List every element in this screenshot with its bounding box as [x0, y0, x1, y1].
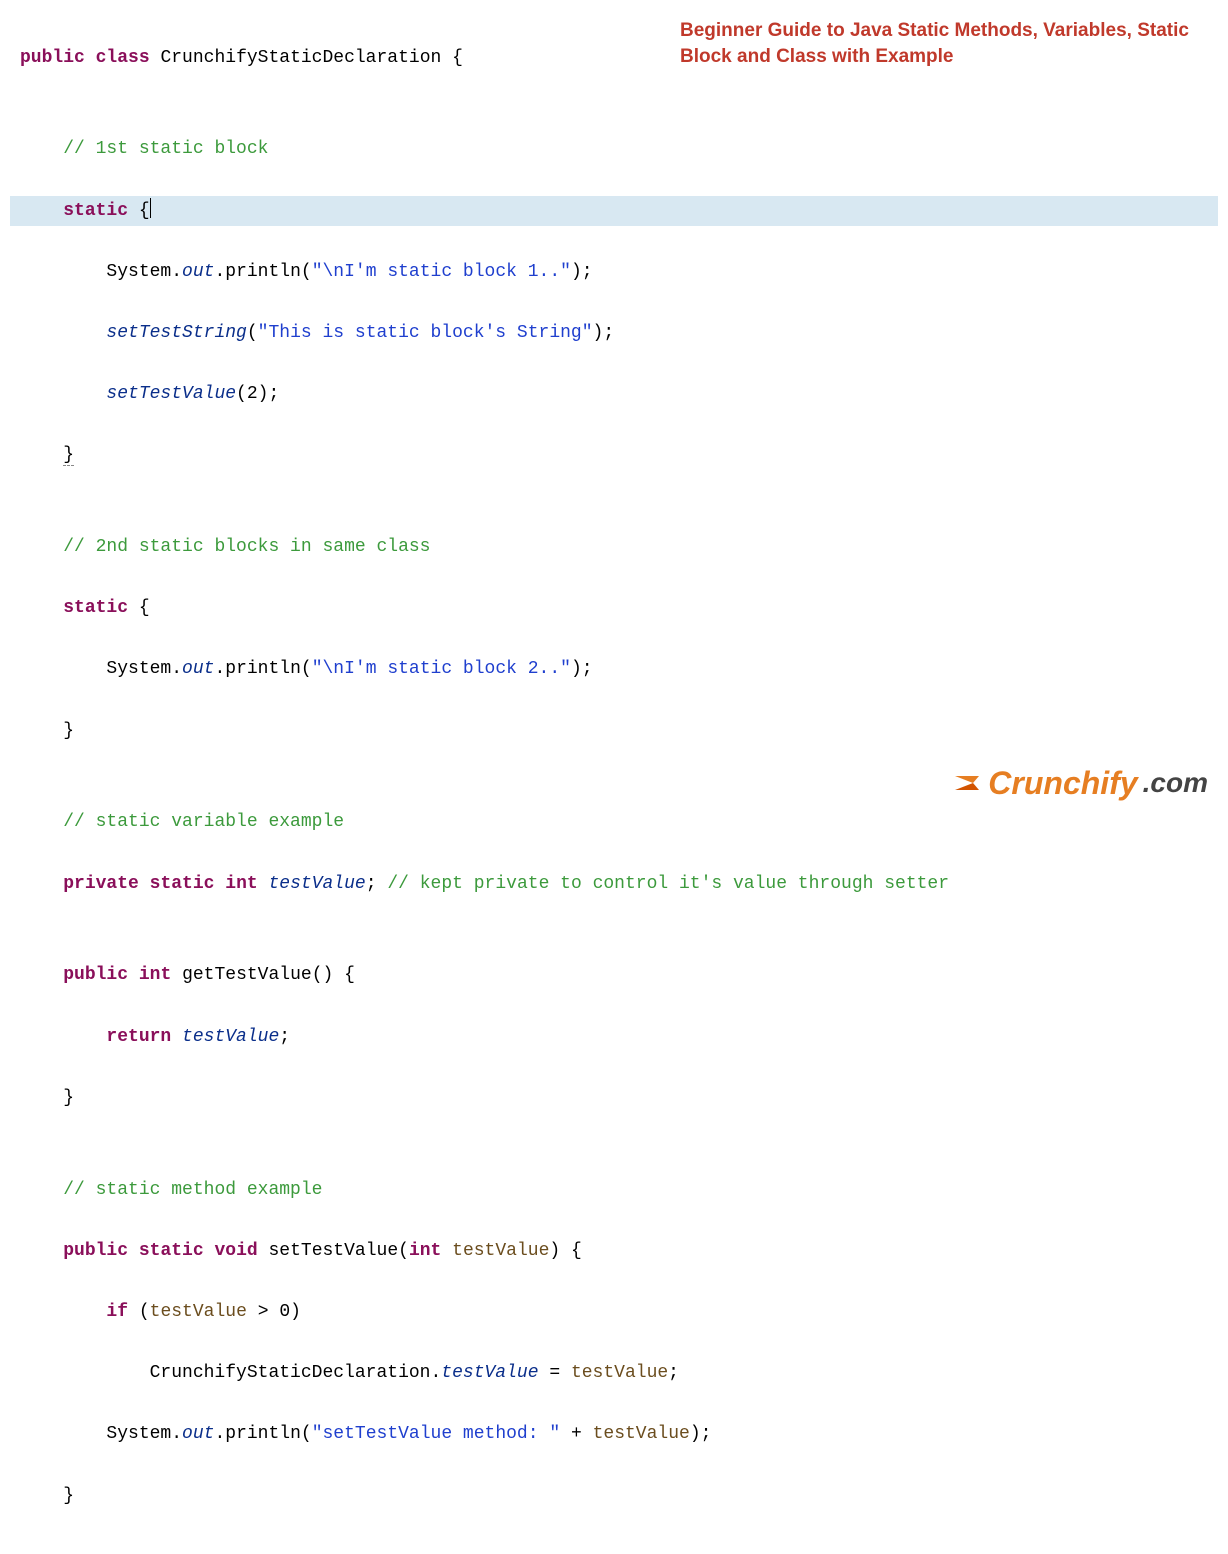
code-line[interactable]: public static void setTestValue(int test…: [10, 1236, 1218, 1267]
logo-suffix: .com: [1143, 759, 1208, 807]
code-line[interactable]: System.out.println("setTestValue method:…: [10, 1419, 1218, 1450]
code-line[interactable]: // 1st static block: [10, 134, 1218, 165]
code-line[interactable]: System.out.println("\nI'm static block 1…: [10, 257, 1218, 288]
code-line[interactable]: // 2nd static blocks in same class: [10, 532, 1218, 563]
code-line[interactable]: CrunchifyStaticDeclaration.testValue = t…: [10, 1358, 1218, 1389]
code-line[interactable]: // static method example: [10, 1175, 1218, 1206]
code-line-highlighted[interactable]: static {: [10, 196, 1218, 227]
page-title: Beginner Guide to Java Static Methods, V…: [680, 18, 1210, 69]
code-line[interactable]: private static int testValue; // kept pr…: [10, 869, 1218, 900]
code-line[interactable]: }: [10, 716, 1218, 747]
cursor-icon: [150, 198, 151, 218]
code-line[interactable]: static {: [10, 593, 1218, 624]
code-line[interactable]: // static variable example: [10, 807, 1218, 838]
code-line[interactable]: public int getTestValue() {: [10, 960, 1218, 991]
code-line[interactable]: setTestValue(2);: [10, 379, 1218, 410]
crunchify-icon: [953, 770, 983, 796]
code-line[interactable]: System.out.println("\nI'm static block 2…: [10, 654, 1218, 685]
code-line[interactable]: if (testValue > 0): [10, 1297, 1218, 1328]
logo-brand: Crunchify: [988, 756, 1137, 810]
code-line[interactable]: setTestString("This is static block's St…: [10, 318, 1218, 349]
code-line[interactable]: }: [10, 1481, 1218, 1512]
code-line[interactable]: }: [10, 1083, 1218, 1114]
code-line[interactable]: return testValue;: [10, 1022, 1218, 1053]
crunchify-logo: Crunchify.com: [953, 756, 1208, 810]
code-line[interactable]: }: [10, 440, 1218, 471]
